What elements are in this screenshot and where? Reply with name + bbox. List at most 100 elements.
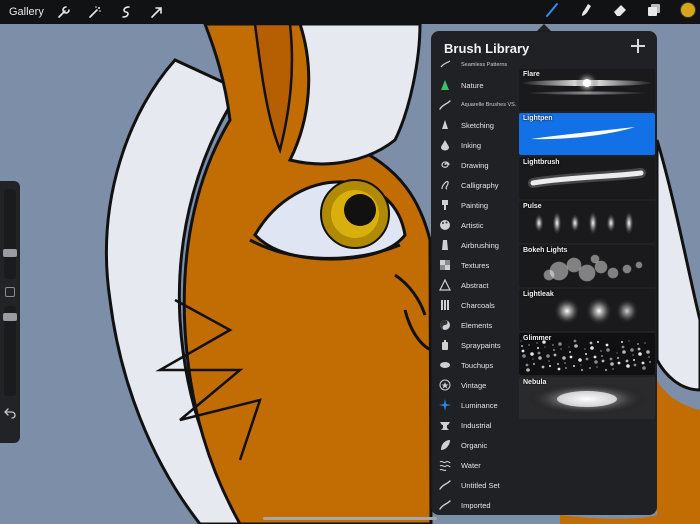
top-toolbar: Gallery xyxy=(0,0,700,24)
brush-set-label: Painting xyxy=(461,200,489,210)
home-indicator[interactable] xyxy=(263,517,437,520)
brush-set-label: Sketching xyxy=(461,120,494,130)
brush-name: Lightpen xyxy=(523,115,553,122)
brush-set-elements[interactable]: Elements xyxy=(431,316,517,334)
brush-set-drawing[interactable]: Drawing xyxy=(431,156,517,174)
brush-set-label: Inking xyxy=(461,140,482,150)
brush-set-label: Nature xyxy=(461,80,484,90)
brush-set-label: Artistic xyxy=(461,220,484,230)
opacity-thumb[interactable] xyxy=(3,313,17,321)
brush-set-label: Drawing xyxy=(461,160,489,170)
brush-set-label: Organic xyxy=(461,440,488,450)
pencil-icon xyxy=(439,119,451,131)
brush-name: Lightbrush xyxy=(523,159,560,166)
brush-name: Pulse xyxy=(523,203,542,210)
triangle-icon xyxy=(439,279,451,291)
brush-pulse[interactable]: Pulse xyxy=(519,201,655,243)
layers-icon[interactable] xyxy=(646,2,662,18)
brush-set-label: Spraypaints xyxy=(461,340,501,350)
brush-set-label: Elements xyxy=(461,320,493,330)
magic-wand-icon[interactable] xyxy=(87,4,103,20)
brush-set-label: Water xyxy=(461,460,481,470)
brush-name: Nebula xyxy=(523,379,547,386)
waves-icon xyxy=(439,459,451,471)
brush-set-label: Untitled Set xyxy=(461,480,500,490)
brush-set-sketching[interactable]: Sketching xyxy=(431,116,517,134)
brush-set-label: Seamless Patterns xyxy=(461,62,508,68)
undo-icon[interactable] xyxy=(4,407,16,419)
brush-name: Lightleak xyxy=(523,291,554,298)
brush-set-industrial[interactable]: Industrial xyxy=(431,416,517,434)
sparkle-icon xyxy=(439,399,451,411)
brush-set-vintage[interactable]: Vintage xyxy=(431,376,517,394)
brush-set-untitled-set[interactable]: Untitled Set xyxy=(431,476,517,494)
leaf-icon xyxy=(439,439,451,451)
brush-set-touchups[interactable]: Touchups xyxy=(431,356,517,374)
calligraphy-icon xyxy=(439,179,451,191)
brush-bokeh-lights[interactable]: Bokeh Lights xyxy=(519,245,655,287)
brush-set-airbrushing[interactable]: Airbrushing xyxy=(431,236,517,254)
gallery-button[interactable]: Gallery xyxy=(9,6,44,18)
transform-arrow-icon[interactable] xyxy=(149,4,165,20)
brush-set-label: Vintage xyxy=(461,380,487,390)
stroke-icon xyxy=(439,499,451,511)
brush-lightpen[interactable]: Lightpen xyxy=(519,113,655,155)
brush-lightleak[interactable]: Lightleak xyxy=(519,289,655,331)
brush-set-label: Textures xyxy=(461,260,490,270)
brush-set-painting[interactable]: Painting xyxy=(431,196,517,214)
brush-set-spraypaints[interactable]: Spraypaints xyxy=(431,336,517,354)
brush-set-nature[interactable]: Nature xyxy=(431,76,517,94)
brush-set-artistic[interactable]: Artistic xyxy=(431,216,517,234)
brush-set-label: Industrial xyxy=(461,420,492,430)
brush-lightbrush[interactable]: Lightbrush xyxy=(519,157,655,199)
brush-set-label: Calligraphy xyxy=(461,180,499,190)
brush-set-aquarelle-brushes-vs[interactable]: Aquarelle Brushes VS... xyxy=(431,96,517,114)
brush-size-slider[interactable] xyxy=(4,189,16,279)
add-brush-button[interactable] xyxy=(631,39,645,53)
brush-set-charcoals[interactable]: Charcoals xyxy=(431,296,517,314)
brush-set-organic[interactable]: Organic xyxy=(431,436,517,454)
brush-set-luminance[interactable]: Luminance xyxy=(431,396,517,414)
pattern-icon xyxy=(439,60,451,71)
brush-set-water[interactable]: Water xyxy=(431,456,517,474)
brush-library-panel: Brush Library Seamless Patterns Nature Aqu… xyxy=(431,31,657,515)
paint-brush-icon xyxy=(439,199,451,211)
color-picker-button[interactable] xyxy=(680,2,696,18)
brush-set-label: Aquarelle Brushes VS... xyxy=(461,102,517,108)
brush-glimmer[interactable]: Glimmer xyxy=(519,333,655,375)
brush-set-label: Imported xyxy=(461,500,491,510)
brush-set-list[interactable]: Seamless Patterns Nature Aquarelle Brushes… xyxy=(431,60,517,515)
panel-title: Brush Library xyxy=(444,41,530,56)
stroke-icon xyxy=(439,99,451,111)
brush-nebula[interactable]: Nebula xyxy=(519,377,655,419)
brush-name: Bokeh Lights xyxy=(523,247,568,254)
brush-set-label: Luminance xyxy=(461,400,498,410)
airbrush-icon xyxy=(439,239,451,251)
wrench-icon[interactable] xyxy=(56,4,72,20)
charcoal-icon xyxy=(439,299,451,311)
brush-set-textures[interactable]: Textures xyxy=(431,256,517,274)
brush-set-label: Airbrushing xyxy=(461,240,499,250)
selection-icon[interactable] xyxy=(118,4,134,20)
brush-size-thumb[interactable] xyxy=(3,249,17,257)
paint-tools xyxy=(544,2,696,18)
brush-set-imported[interactable]: Imported xyxy=(431,496,517,514)
spiral-icon xyxy=(439,159,451,171)
yin-yang-icon xyxy=(439,319,451,331)
stroke-icon xyxy=(439,479,451,491)
brush-set-inking[interactable]: Inking xyxy=(431,136,517,154)
brush-set-calligraphy[interactable]: Calligraphy xyxy=(431,176,517,194)
brush-set-seamless-patterns[interactable]: Seamless Patterns xyxy=(431,60,517,74)
palette-icon xyxy=(439,219,451,231)
brush-name: Flare xyxy=(523,71,540,78)
texture-icon xyxy=(439,259,451,271)
eraser-icon[interactable] xyxy=(612,2,628,18)
smudge-icon[interactable] xyxy=(578,2,594,18)
anvil-icon xyxy=(439,419,451,431)
brush-name: Glimmer xyxy=(523,335,552,342)
brush-set-abstract[interactable]: Abstract xyxy=(431,276,517,294)
modify-button[interactable] xyxy=(5,287,15,297)
brush-set-label: Charcoals xyxy=(461,300,495,310)
brush-flare[interactable]: Flare xyxy=(519,69,655,111)
brush-icon[interactable] xyxy=(544,2,560,18)
